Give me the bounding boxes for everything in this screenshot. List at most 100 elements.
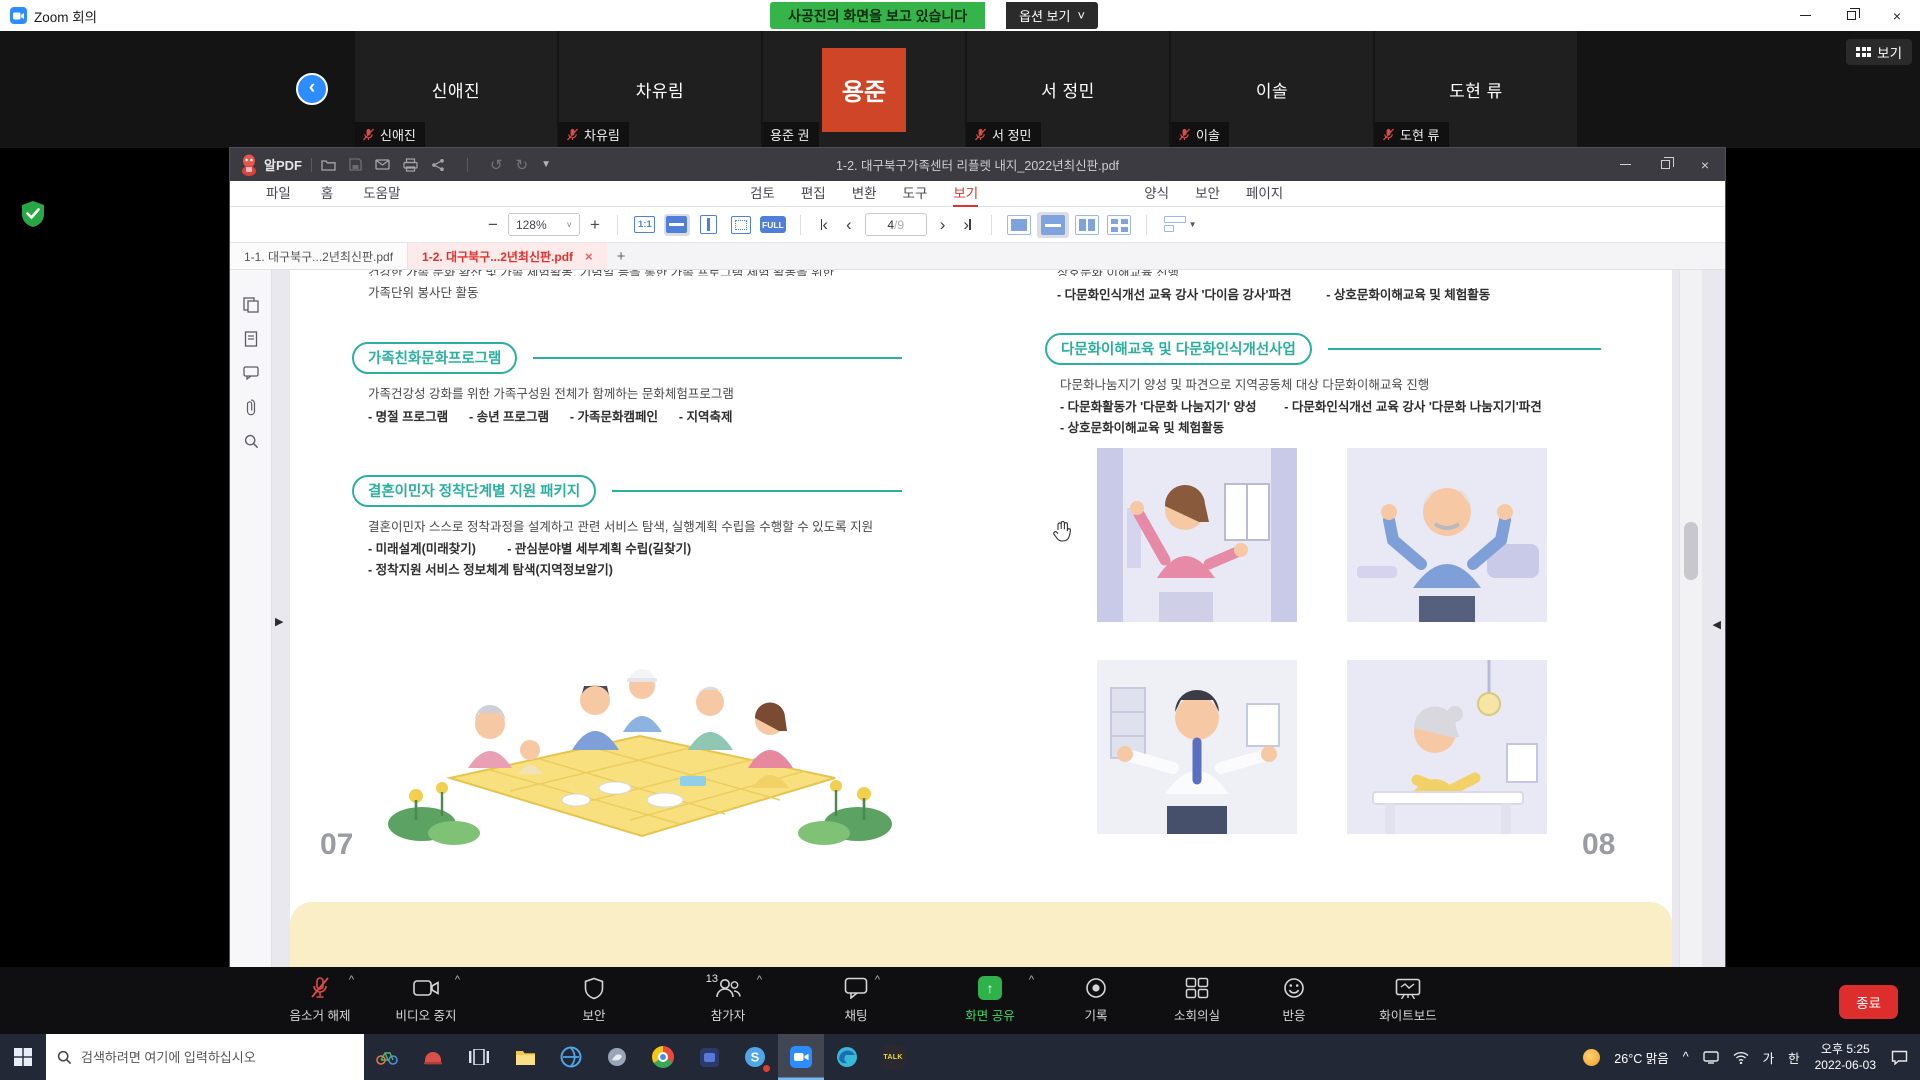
thumbnails-panel-icon[interactable] bbox=[230, 288, 272, 322]
search-highlight-helmet-icon[interactable] bbox=[410, 1034, 456, 1080]
next-page-arrow[interactable]: ◀ bbox=[1713, 618, 1721, 631]
stop-video-button[interactable]: 비디오 중지 ^ bbox=[378, 975, 474, 1024]
edge-icon[interactable] bbox=[824, 1034, 870, 1080]
video-tile[interactable]: 신애진 신애진 bbox=[355, 31, 557, 148]
continuous-view-button[interactable] bbox=[1037, 212, 1069, 238]
scrollbar-thumb[interactable] bbox=[1684, 522, 1698, 580]
last-page-button[interactable]: › bbox=[954, 215, 979, 235]
menu-home[interactable]: 홈 bbox=[321, 182, 333, 205]
page-number-input[interactable]: 4/9 bbox=[865, 213, 927, 236]
video-tile[interactable]: 도현 류 도현 류 bbox=[1375, 31, 1577, 148]
menu-pages[interactable]: 페이지 bbox=[1246, 182, 1283, 205]
open-icon[interactable] bbox=[321, 158, 336, 171]
kakaotalk-icon[interactable]: TALK bbox=[870, 1034, 916, 1080]
menu-view[interactable]: 보기 bbox=[953, 182, 978, 205]
ime-han-indicator[interactable]: 한 bbox=[1781, 1048, 1807, 1067]
close-button[interactable]: × bbox=[1874, 0, 1920, 31]
caret-icon[interactable]: ^ bbox=[1029, 974, 1034, 986]
hidden-icons-caret[interactable]: ^ bbox=[1676, 1050, 1696, 1064]
document-tab[interactable]: 1-1. 대구북구...2년최신판.pdf bbox=[230, 243, 408, 269]
fit-height-button[interactable] bbox=[696, 214, 722, 236]
pdf-minimize-button[interactable] bbox=[1605, 148, 1645, 181]
security-button[interactable]: 보안 bbox=[556, 975, 632, 1024]
menu-edit[interactable]: 편집 bbox=[801, 182, 826, 205]
antivirus-shield-icon[interactable] bbox=[20, 200, 46, 233]
pdf-close-button[interactable]: × bbox=[1685, 148, 1725, 181]
document-scrollbar[interactable] bbox=[1679, 270, 1702, 967]
caret-icon[interactable]: ^ bbox=[455, 974, 460, 986]
menu-security[interactable]: 보안 bbox=[1195, 182, 1220, 205]
whiteboard-button[interactable]: 화이트보드 bbox=[1356, 975, 1460, 1024]
fit-width-button[interactable] bbox=[664, 214, 690, 236]
single-page-view-button[interactable] bbox=[1007, 215, 1031, 235]
menu-file[interactable]: 파일 bbox=[266, 182, 291, 205]
video-tile[interactable]: 차유림 차유림 bbox=[559, 31, 761, 148]
undo-icon[interactable]: ↺ bbox=[490, 156, 503, 174]
video-tile[interactable]: 서 정민 서 정민 bbox=[967, 31, 1169, 148]
fit-page-button[interactable] bbox=[728, 214, 754, 236]
menu-help[interactable]: 도움말 bbox=[363, 182, 400, 205]
start-button[interactable] bbox=[0, 1034, 46, 1080]
weather-text[interactable]: 26°C 맑음 bbox=[1607, 1048, 1675, 1067]
view-button[interactable]: 보기 bbox=[1846, 39, 1912, 65]
new-tab-button[interactable]: + bbox=[607, 243, 636, 269]
menu-convert[interactable]: 변환 bbox=[852, 182, 877, 205]
fullscreen-button[interactable]: FULL bbox=[760, 214, 786, 236]
media-app-icon[interactable] bbox=[594, 1034, 640, 1080]
chrome-icon[interactable] bbox=[640, 1034, 686, 1080]
teams-app-icon[interactable] bbox=[686, 1034, 732, 1080]
redo-icon[interactable]: ↻ bbox=[516, 156, 529, 174]
minimize-button[interactable] bbox=[1782, 0, 1828, 31]
document-tab-active[interactable]: 1-2. 대구북구...2년최신판.pdf × bbox=[408, 243, 607, 269]
menu-forms[interactable]: 양식 bbox=[1144, 182, 1169, 205]
caret-icon[interactable]: ^ bbox=[875, 974, 880, 986]
restore-button[interactable] bbox=[1828, 0, 1874, 31]
search-input[interactable] bbox=[81, 1050, 341, 1065]
zoom-taskbar-icon[interactable] bbox=[778, 1034, 824, 1080]
split-view-button[interactable]: ▼ bbox=[1164, 216, 1197, 234]
share-icon[interactable] bbox=[431, 158, 445, 172]
attachments-panel-icon[interactable] bbox=[230, 390, 272, 424]
prev-page-arrow[interactable]: ▶ bbox=[275, 615, 283, 628]
search-highlight-bicycle-icon[interactable] bbox=[364, 1034, 410, 1080]
breakout-rooms-button[interactable]: 소회의실 bbox=[1152, 975, 1242, 1024]
save-icon[interactable] bbox=[349, 158, 362, 171]
action-center-icon[interactable] bbox=[1884, 1050, 1920, 1065]
share-screen-button[interactable]: ↑ 화면 공유 ^ bbox=[938, 975, 1042, 1024]
next-page-button[interactable]: › bbox=[931, 215, 955, 235]
record-button[interactable]: 기록 bbox=[1058, 975, 1134, 1024]
video-tile[interactable]: 이솔 이솔 bbox=[1171, 31, 1373, 148]
ime-ga-indicator[interactable]: 가 bbox=[1756, 1048, 1782, 1067]
caret-icon[interactable]: ^ bbox=[349, 974, 354, 986]
quad-page-view-button[interactable] bbox=[1107, 215, 1131, 235]
task-view-button[interactable] bbox=[456, 1034, 502, 1080]
zoom-out-button[interactable]: − bbox=[482, 215, 504, 235]
mute-button[interactable]: 음소거 해제 ^ bbox=[272, 975, 368, 1024]
menu-tools[interactable]: 도구 bbox=[903, 182, 928, 205]
actual-size-button[interactable]: 1:1 bbox=[632, 214, 658, 236]
taskbar-search[interactable] bbox=[46, 1034, 364, 1080]
search-panel-icon[interactable] bbox=[230, 424, 272, 458]
two-page-view-button[interactable] bbox=[1075, 215, 1099, 235]
skype-icon[interactable]: S bbox=[732, 1034, 778, 1080]
options-button[interactable]: 옵션 보기 ˅ bbox=[1006, 2, 1098, 29]
pdf-document-area[interactable]: 건강한 가족 문화 확산 및 가족 체험활동, 기념일 등을 통한 가족 프로그… bbox=[272, 270, 1702, 967]
display-tray-icon[interactable] bbox=[1696, 1051, 1726, 1064]
wifi-tray-icon[interactable] bbox=[1726, 1051, 1756, 1064]
first-page-button[interactable]: ‹ bbox=[812, 215, 837, 235]
menu-review[interactable]: 검토 bbox=[750, 182, 775, 205]
print-icon[interactable] bbox=[403, 158, 418, 172]
pdf-restore-button[interactable] bbox=[1645, 148, 1685, 181]
reactions-button[interactable]: 반응 bbox=[1256, 975, 1332, 1024]
weather-sun-icon[interactable] bbox=[1576, 1049, 1607, 1066]
zoom-level-select[interactable]: 128%˅ bbox=[508, 213, 580, 236]
prev-page-button[interactable]: ‹ bbox=[837, 215, 861, 235]
email-icon[interactable] bbox=[375, 159, 390, 170]
tab-close-icon[interactable]: × bbox=[585, 249, 593, 264]
taskbar-clock[interactable]: 오후 5:25 2022-06-03 bbox=[1807, 1041, 1884, 1073]
end-meeting-button[interactable]: 종료 bbox=[1839, 985, 1898, 1019]
zoom-in-button[interactable]: + bbox=[584, 215, 606, 235]
video-tile[interactable]: 용준 용준 권 bbox=[763, 31, 965, 148]
file-explorer-icon[interactable] bbox=[502, 1034, 548, 1080]
comments-panel-icon[interactable] bbox=[230, 356, 272, 390]
